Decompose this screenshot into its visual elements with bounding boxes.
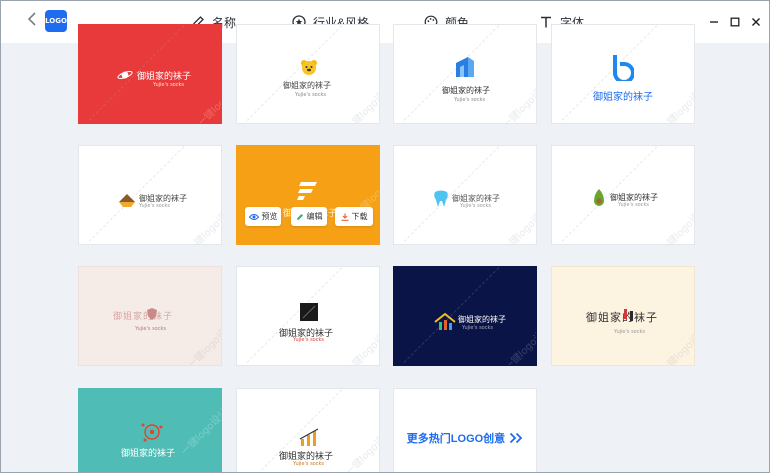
- logo-card[interactable]: 一键logo设计 御姐家的袜子 Yujie's socks: [78, 266, 222, 366]
- brand-name: 御姐家的袜子: [283, 81, 331, 90]
- logo-card[interactable]: 一键logo设计 御姐家的袜子: [78, 388, 222, 472]
- maximize-button[interactable]: [726, 13, 744, 31]
- logo-card[interactable]: 一键logo设计 御姐家的袜子 Yujie's socks: [236, 266, 380, 366]
- watermark: 一键logo设计: [185, 204, 222, 245]
- logo-card[interactable]: 一键logo设计 御姐家的袜子: [551, 24, 695, 124]
- more-logo-ideas-link[interactable]: 更多热门LOGO创意: [393, 388, 537, 472]
- chevron-left-icon: [27, 12, 36, 26]
- brand-subtitle: Yujie's socks: [618, 202, 649, 208]
- letter-b-logo-icon: [613, 55, 634, 81]
- chart-arrow-logo-icon: [299, 428, 319, 446]
- logo-card[interactable]: 一键logo设计 御姐家的袜子 Yujie's socks: [551, 266, 695, 366]
- app-logo-text: LOGO: [45, 17, 67, 25]
- watermark: 一键logo设计: [195, 78, 222, 124]
- watermark: 一键logo设计: [502, 322, 537, 366]
- logo-card[interactable]: 一键logo设计 御姐家的袜子 Yujie's socks: [236, 24, 380, 124]
- brand-subtitle: Yujie's socks: [295, 92, 326, 98]
- brand-name: 御姐家的袜子: [113, 312, 174, 322]
- watermark: 一键logo设计: [185, 320, 222, 366]
- bear-logo-icon: [301, 60, 317, 75]
- logo-card[interactable]: 一键logo设计 御姐家的袜子 Yujie's socks: [78, 145, 222, 245]
- brand-name: 御姐家的袜子: [458, 315, 506, 324]
- logo-card[interactable]: 一键logo设计 御姐家的袜子 Yujie's socks: [236, 388, 380, 473]
- house-logo-icon: [434, 313, 456, 330]
- brand-subtitle: Yujie's socks: [135, 326, 166, 332]
- close-icon: [752, 18, 760, 26]
- brand-subtitle: Yujie's socks: [293, 461, 324, 467]
- close-button[interactable]: [747, 13, 765, 31]
- avocado-logo-icon: [594, 189, 604, 206]
- brand-name: 御姐家的袜子: [121, 449, 176, 459]
- watermark: 一键logo设计: [179, 406, 222, 458]
- eye-icon: [248, 213, 259, 220]
- brand-subtitle: Yujie's socks: [462, 325, 493, 331]
- logo-card[interactable]: 一键logo设计 御姐家的袜子 Yujie's socks: [393, 266, 537, 366]
- logo-card[interactable]: 一键logo设计 御姐家的袜子 Yujie's socks: [393, 24, 537, 124]
- watermark: 一键logo设计: [658, 204, 695, 245]
- watermark: 一键logo设计: [500, 204, 537, 245]
- logo-card[interactable]: 一键logo设计 御姐家的袜子 Yujie's socks: [393, 145, 537, 245]
- back-button[interactable]: [23, 11, 41, 33]
- download-button-label: 下载: [351, 212, 368, 221]
- watermark: 一键logo设计: [658, 83, 695, 124]
- watermark: 一键logo设计: [343, 427, 380, 473]
- watermark: 一键logo设计: [658, 325, 695, 366]
- download-button[interactable]: 下载: [335, 207, 373, 226]
- app-window: LOGO 名称 行业&风格 颜色 字体 一键logo设计 御姐家的袜子 Yuji…: [0, 0, 770, 473]
- brand-subtitle: Yujie's socks: [139, 203, 170, 209]
- brand-name: 御姐家的袜子: [442, 86, 490, 95]
- brand-name: 御姐家的袜子: [137, 72, 192, 82]
- square-logo-icon: [300, 303, 318, 321]
- pencil-icon: [296, 213, 303, 220]
- watermark: 一键logo设计: [343, 325, 380, 366]
- letter-f-logo-icon: [297, 182, 317, 200]
- brand-name: 御姐家的袜子: [593, 92, 653, 103]
- brand-subtitle: Yujie's socks: [614, 329, 645, 335]
- logo-card[interactable]: 一键logo设计 御姐家的袜子 Yujie's socks: [78, 24, 222, 124]
- edit-button[interactable]: 编辑: [291, 207, 327, 226]
- double-chevron-right-icon: [510, 432, 523, 444]
- brand-subtitle: Yujie's socks: [293, 337, 324, 343]
- preview-button-label: 预览: [261, 212, 278, 221]
- building-logo-icon: [456, 57, 474, 77]
- watermark: 一键logo设计: [343, 83, 380, 124]
- boat-logo-icon: [119, 194, 135, 207]
- brand-subtitle: Yujie's socks: [153, 82, 184, 88]
- maximize-icon: [730, 17, 740, 27]
- watermark: 一键logo设计: [500, 80, 537, 124]
- download-icon: [341, 213, 348, 221]
- minimize-button[interactable]: [705, 13, 723, 31]
- edit-button-label: 编辑: [306, 212, 323, 221]
- tooth-logo-icon: [434, 190, 448, 207]
- preview-button[interactable]: 预览: [245, 207, 281, 226]
- shield-logo-icon: [147, 308, 157, 320]
- logo-card-hovered[interactable]: 一键logo设计 御姐家的袜子 预览 编辑 下载: [236, 145, 380, 245]
- app-logo: LOGO: [45, 10, 67, 32]
- more-logo-ideas-label: 更多热门LOGO创意: [406, 433, 506, 445]
- socks-logo-icon: [624, 309, 633, 321]
- planet-logo-icon: [117, 71, 133, 79]
- brand-subtitle: Yujie's socks: [454, 97, 485, 103]
- minimize-icon: [710, 21, 718, 23]
- logo-card[interactable]: 一键logo设计 御姐家的袜子 Yujie's socks: [551, 145, 695, 245]
- brand-subtitle: Yujie's socks: [460, 203, 491, 209]
- dots-logo-icon: [141, 423, 163, 442]
